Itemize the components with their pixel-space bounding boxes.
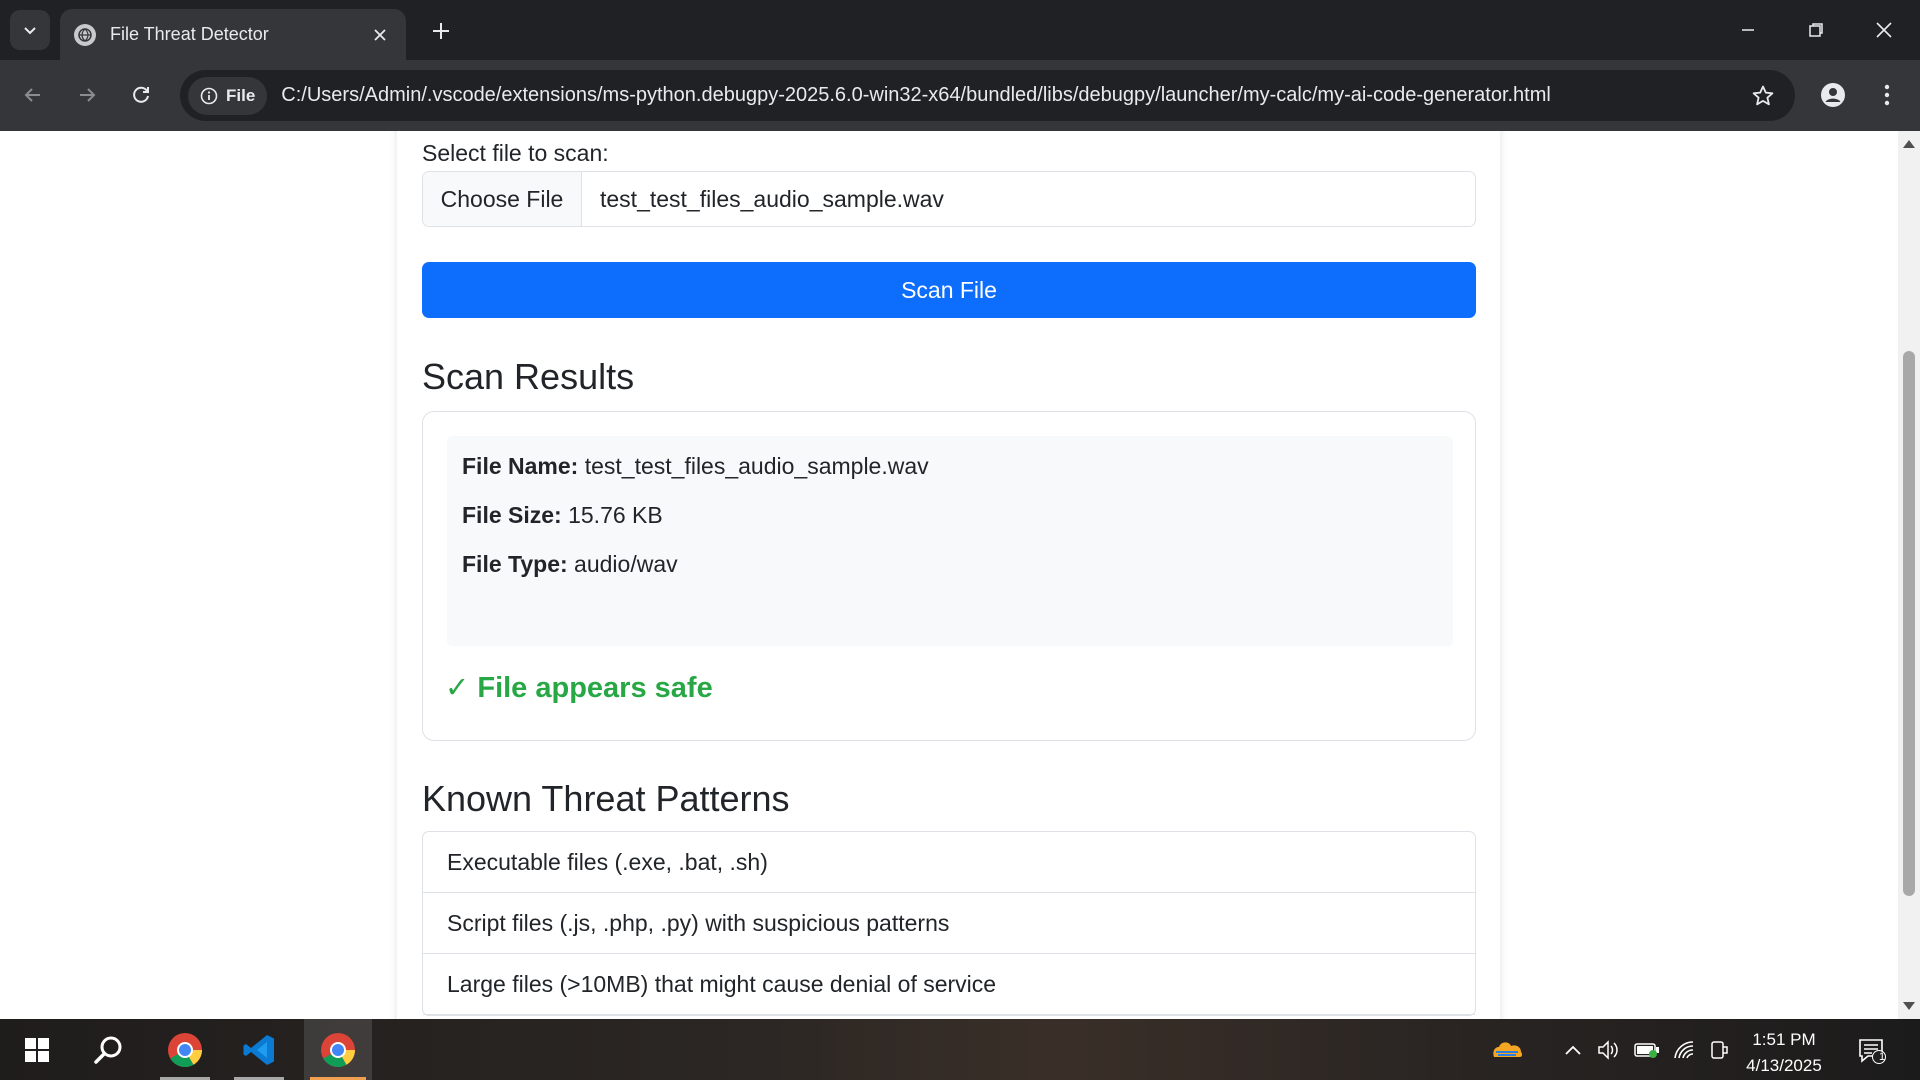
threat-patterns-heading: Known Threat Patterns (422, 778, 790, 819)
device-icon (1711, 1041, 1728, 1059)
scroll-thumb[interactable] (1903, 351, 1915, 896)
globe-icon (74, 23, 96, 46)
address-bar[interactable]: File C:/Users/Admin/.vscode/extensions/m… (180, 70, 1795, 121)
reload-button[interactable] (120, 74, 162, 116)
minimize-button[interactable] (1720, 8, 1776, 52)
file-type-value: audio/wav (574, 551, 678, 577)
minimize-icon (1742, 29, 1754, 31)
volume-button[interactable] (1596, 1037, 1622, 1063)
taskbar-chrome-active[interactable] (304, 1019, 372, 1080)
list-item: Large files (>10MB) that might cause den… (423, 954, 1475, 1015)
taskbar-clock[interactable]: 1:51 PM 4/13/2025 (1736, 1027, 1832, 1079)
back-button[interactable] (12, 74, 54, 116)
notification-count-badge: 1 (1879, 1051, 1886, 1063)
site-chip-label: File (226, 85, 256, 105)
scan-file-button[interactable]: Scan File (422, 262, 1476, 318)
restore-icon (1809, 23, 1823, 37)
list-item: Executable files (.exe, .bat, .sh) (423, 832, 1475, 893)
triangle-down-icon (1903, 1002, 1915, 1010)
star-icon (1752, 85, 1774, 105)
choose-file-button[interactable]: Choose File (423, 172, 582, 226)
notifications-button[interactable]: 1 (1856, 1035, 1888, 1067)
reload-icon (133, 86, 149, 103)
selected-file-name: test_test_files_audio_sample.wav (600, 185, 944, 212)
search-icon (94, 1036, 122, 1064)
bookmark-button[interactable] (1741, 74, 1785, 118)
taskbar-chrome[interactable] (154, 1019, 216, 1080)
browser-menu-button[interactable] (1866, 74, 1908, 116)
url-text[interactable]: C:/Users/Admin/.vscode/extensions/ms-pyt… (281, 84, 1741, 107)
network-button[interactable] (1672, 1037, 1698, 1063)
file-input-label: Select file to scan: (422, 140, 609, 166)
page-scrollbar[interactable] (1898, 131, 1920, 1019)
device-button[interactable] (1706, 1037, 1732, 1063)
clock-date: 4/13/2025 (1746, 1056, 1822, 1075)
plus-icon (433, 23, 449, 39)
start-button[interactable] (6, 1019, 68, 1080)
windows-logo-icon (25, 1037, 49, 1062)
vscode-icon (243, 1034, 274, 1065)
detector-card: Select file to scan: Choose File test_te… (397, 131, 1500, 1019)
arrow-left-icon (24, 88, 40, 102)
file-type-row: File Type: audio/wav (462, 551, 678, 578)
close-icon (1876, 22, 1892, 38)
speaker-icon (1598, 1040, 1618, 1060)
windows-taskbar: 1:51 PM 4/13/2025 1 (0, 1019, 1920, 1080)
info-icon (200, 87, 218, 104)
tab-title: File Threat Detector (110, 24, 269, 44)
search-button[interactable] (78, 1019, 140, 1080)
browser-tab-active[interactable]: File Threat Detector (60, 9, 406, 60)
forward-button[interactable] (66, 74, 108, 116)
taskbar-vscode[interactable] (228, 1019, 290, 1080)
site-info-chip[interactable]: File (188, 76, 268, 115)
close-window-button[interactable] (1856, 8, 1912, 52)
file-info-box: File Name: test_test_files_audio_sample.… (447, 436, 1453, 646)
battery-icon (1634, 1043, 1659, 1058)
file-size-value: 15.76 KB (568, 502, 663, 528)
threat-patterns-list: Executable files (.exe, .bat, .sh) Scrip… (422, 831, 1476, 1016)
browser-toolbar: File C:/Users/Admin/.vscode/extensions/m… (0, 60, 1920, 131)
new-tab-button[interactable] (424, 14, 458, 48)
chevron-down-icon (24, 27, 36, 35)
more-vertical-icon (1884, 84, 1890, 106)
tab-close-button[interactable] (366, 21, 394, 49)
scroll-up-arrow[interactable] (1898, 135, 1920, 153)
chevron-up-icon (1565, 1045, 1581, 1055)
restore-button[interactable] (1788, 8, 1844, 52)
triangle-up-icon (1903, 140, 1915, 148)
scan-results-panel: File Name: test_test_files_audio_sample.… (422, 411, 1476, 741)
browser-tab-bar: File Threat Detector (0, 0, 1920, 60)
file-input[interactable]: Choose File test_test_files_audio_sample… (422, 171, 1476, 227)
file-name-label: File Name: (462, 453, 579, 479)
clock-time: 1:51 PM (1752, 1030, 1816, 1049)
page-viewport: Select file to scan: Choose File test_te… (0, 131, 1898, 1019)
tray-app-icon[interactable] (1490, 1033, 1524, 1067)
profile-icon (1821, 83, 1845, 107)
profile-button[interactable] (1812, 74, 1854, 116)
file-type-label: File Type: (462, 551, 568, 577)
show-hidden-icons-button[interactable] (1560, 1037, 1586, 1063)
cloud-app-icon (1493, 1042, 1523, 1057)
chrome-icon (321, 1032, 355, 1067)
file-name-value: test_test_files_audio_sample.wav (584, 453, 929, 479)
battery-button[interactable] (1634, 1037, 1660, 1063)
scroll-down-arrow[interactable] (1898, 997, 1920, 1015)
list-item: Script files (.js, .php, .py) with suspi… (423, 893, 1475, 954)
scan-status-message: ✓ File appears safe (445, 672, 713, 704)
arrow-right-icon (80, 88, 96, 102)
scan-results-heading: Scan Results (422, 356, 635, 397)
file-size-row: File Size: 15.76 KB (462, 502, 663, 529)
chrome-icon (168, 1032, 202, 1067)
tab-search-button[interactable] (10, 10, 50, 50)
file-name-row: File Name: test_test_files_audio_sample.… (462, 453, 929, 480)
wifi-icon (1674, 1041, 1694, 1059)
file-size-label: File Size: (462, 502, 562, 528)
close-icon (374, 28, 386, 41)
